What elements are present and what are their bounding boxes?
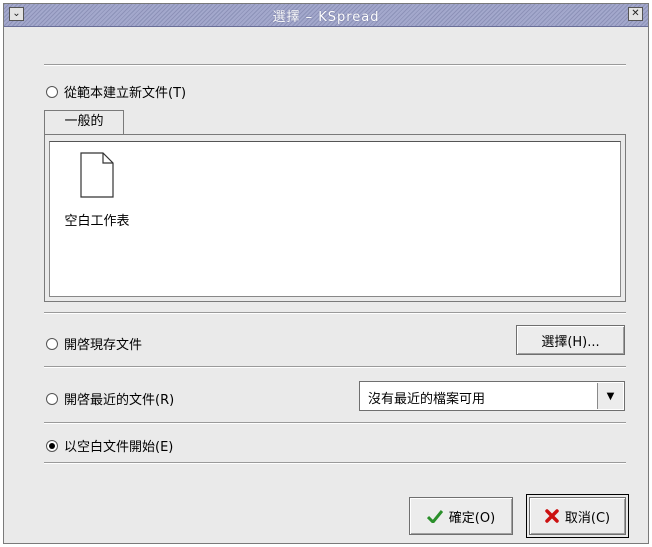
separator [44, 366, 626, 368]
title-bar[interactable]: ⌄ 選擇 – KSpread ✕ [4, 4, 648, 27]
open-existing-label: 開啓現存文件 [64, 338, 143, 353]
separator [44, 462, 626, 464]
template-item-label: 空白工作表 [64, 214, 130, 229]
blank-start-radio-row[interactable]: 以空白文件開始(E) [46, 436, 173, 455]
ok-button[interactable]: 確定(O) [409, 497, 513, 535]
open-existing-radio-row[interactable]: 開啓現存文件 [46, 334, 142, 353]
tab-general-label: 一般的 [64, 114, 104, 129]
cancel-button[interactable]: 取消(C) [526, 494, 629, 538]
open-recent-radio-row[interactable]: 開啓最近的文件(R) [46, 389, 174, 408]
recent-files-combo[interactable]: 沒有最近的檔案可用 ▼ [359, 381, 625, 411]
open-recent-radio[interactable] [46, 392, 58, 405]
checkmark-icon [426, 510, 443, 523]
cancel-x-icon [545, 509, 559, 523]
close-icon: ✕ [631, 8, 640, 19]
combo-arrow-icon[interactable]: ▼ [597, 383, 623, 409]
blank-document-icon [80, 152, 114, 198]
choose-file-button[interactable]: 選擇(H)... [516, 325, 625, 355]
template-icon-view: 空白工作表 [49, 141, 621, 297]
blank-start-radio[interactable] [46, 439, 58, 452]
separator [44, 422, 626, 424]
template-radio-label: 從範本建立新文件(T) [64, 86, 187, 101]
separator [44, 64, 626, 66]
blank-start-label: 以空白文件開始(E) [64, 440, 174, 455]
template-item-blank-worksheet[interactable]: 空白工作表 [62, 152, 132, 229]
open-existing-radio[interactable] [46, 337, 58, 350]
template-radio-row[interactable]: 從範本建立新文件(T) [46, 82, 186, 101]
cancel-button-label: 取消(C) [564, 510, 611, 526]
tab-general[interactable]: 一般的 [44, 110, 124, 134]
ok-button-label: 確定(O) [448, 510, 496, 526]
dialog-window: ⌄ 選擇 – KSpread ✕ 從範本建立新文件(T) 一般的 空白工作表 開… [3, 3, 649, 544]
choose-file-button-label: 選擇(H)... [541, 334, 600, 350]
open-recent-label: 開啓最近的文件(R) [64, 393, 175, 408]
close-button[interactable]: ✕ [628, 7, 643, 21]
window-title: 選擇 – KSpread [272, 10, 380, 25]
template-radio[interactable] [46, 85, 58, 98]
template-tab-panel: 空白工作表 [44, 134, 626, 302]
recent-files-combo-value: 沒有最近的檔案可用 [368, 392, 486, 407]
separator [44, 312, 626, 314]
